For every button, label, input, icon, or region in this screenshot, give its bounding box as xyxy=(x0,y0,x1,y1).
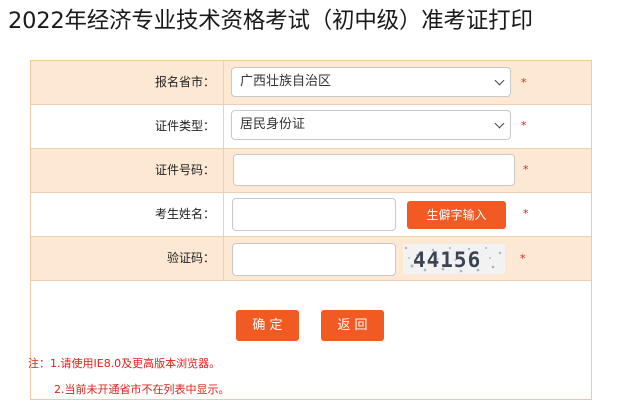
name-input[interactable] xyxy=(232,198,396,231)
print-form: 报名省市： 广西壮族自治区 * 证件类型： 居民身份证 * 证件号码： * 考生… xyxy=(28,60,592,400)
chevron-down-icon xyxy=(494,75,505,86)
name-required-mark: * xyxy=(523,207,529,220)
province-selected-value: 广西壮族自治区 xyxy=(240,74,332,89)
id-number-required-mark: * xyxy=(523,163,529,176)
id-number-input[interactable] xyxy=(233,154,515,186)
id-type-select[interactable]: 居民身份证 xyxy=(231,110,511,140)
captcha-noise: 44156 xyxy=(403,244,505,274)
id-number-row: 证件号码： * xyxy=(31,149,591,193)
province-label: 报名省市： xyxy=(31,61,224,104)
captcha-label: 验证码： xyxy=(31,237,224,280)
chevron-down-icon xyxy=(494,118,505,129)
confirm-button[interactable]: 确 定 xyxy=(236,310,299,341)
id-type-label: 证件类型： xyxy=(31,105,224,148)
captcha-image-text: 44156 xyxy=(413,248,481,272)
page-title: 2022年经济专业技术资格考试（初中级）准考证打印 xyxy=(8,8,533,34)
id-type-row: 证件类型： 居民身份证 * xyxy=(31,105,591,149)
id-type-selected-value: 居民身份证 xyxy=(240,117,306,132)
captcha-required-mark: * xyxy=(520,252,526,265)
province-select[interactable]: 广西壮族自治区 xyxy=(231,67,511,97)
captcha-image[interactable]: 44156 xyxy=(403,244,505,274)
id-number-label: 证件号码： xyxy=(31,149,224,192)
rare-char-input-button[interactable]: 生僻字输入 xyxy=(407,201,506,229)
captcha-row: 验证码： * xyxy=(31,237,591,281)
province-row: 报名省市： 广西壮族自治区 * xyxy=(31,61,591,105)
name-label: 考生姓名： xyxy=(31,193,224,236)
name-row: 考生姓名： 生僻字输入 * xyxy=(31,193,591,237)
id-type-required-mark: * xyxy=(521,119,527,132)
province-required-mark: * xyxy=(521,76,527,89)
note-line-2: 2.当前未开通省市不在列表中显示。 xyxy=(54,383,230,396)
back-button[interactable]: 返 回 xyxy=(321,310,384,341)
note-line-1: 注：1.请使用IE8.0及更高版本浏览器。 xyxy=(28,357,221,370)
captcha-input[interactable] xyxy=(232,243,396,276)
